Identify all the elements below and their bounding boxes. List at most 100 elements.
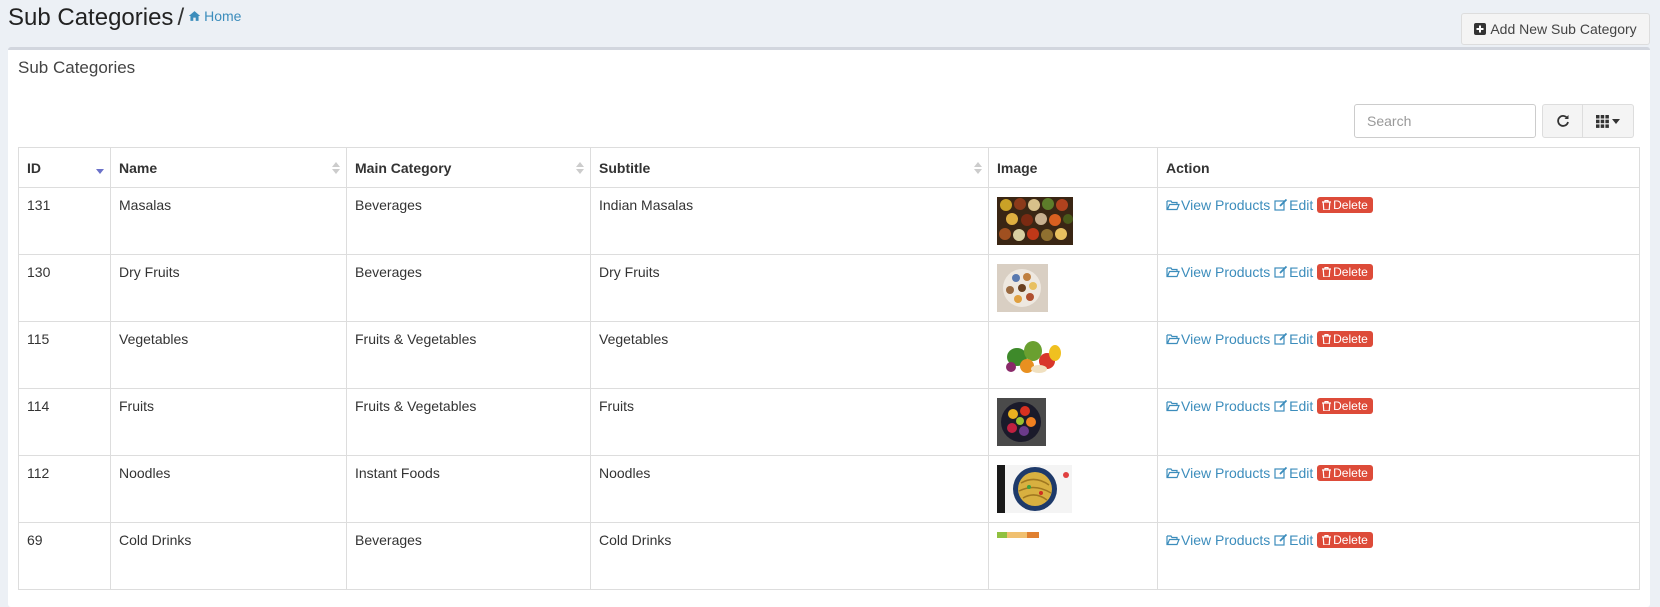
view-products-link[interactable]: View Products <box>1166 532 1270 548</box>
column-header-name[interactable]: Name <box>110 147 347 188</box>
view-products-label: View Products <box>1181 197 1271 213</box>
column-header-id[interactable]: ID <box>18 147 111 188</box>
cell-image <box>988 254 1158 322</box>
dry-fruits-thumbnail[interactable] <box>997 264 1048 312</box>
refresh-button[interactable] <box>1542 104 1583 138</box>
view-products-link[interactable]: View Products <box>1166 264 1270 280</box>
cell-subtitle: Fruits <box>590 388 989 456</box>
view-products-label: View Products <box>1181 331 1271 347</box>
delete-label: Delete <box>1333 399 1368 413</box>
view-products-label: View Products <box>1181 264 1271 280</box>
add-sub-category-label: Add New Sub Category <box>1490 21 1637 37</box>
edit-link[interactable]: Edit <box>1274 465 1313 481</box>
column-header-label: Subtitle <box>599 159 651 176</box>
folder-open-icon <box>1166 535 1180 546</box>
column-header-image: Image <box>988 147 1158 188</box>
edit-label: Edit <box>1289 398 1314 414</box>
view-products-link[interactable]: View Products <box>1166 465 1270 481</box>
breadcrumb-separator: / <box>177 4 185 31</box>
edit-link[interactable]: Edit <box>1274 264 1313 280</box>
columns-toggle-button[interactable] <box>1583 104 1634 138</box>
cell-subtitle: Dry Fruits <box>590 254 989 322</box>
cell-main-category: Beverages <box>346 187 591 255</box>
view-products-link[interactable]: View Products <box>1166 197 1270 213</box>
cell-actions: View Products Edit Delete <box>1157 321 1640 389</box>
cell-image <box>988 522 1158 590</box>
sort-desc-icon <box>96 169 104 174</box>
cell-actions: View Products Edit Delete <box>1157 254 1640 322</box>
column-header-label: Name <box>119 159 158 176</box>
cell-name: Dry Fruits <box>110 254 347 322</box>
edit-label: Edit <box>1289 465 1314 481</box>
column-header-label: Image <box>997 159 1038 176</box>
trash-icon <box>1322 267 1332 277</box>
cell-id: 131 <box>18 187 111 255</box>
edit-icon <box>1274 333 1288 345</box>
delete-button[interactable]: Delete <box>1317 465 1373 481</box>
cell-image <box>988 321 1158 389</box>
view-products-link[interactable]: View Products <box>1166 331 1270 347</box>
delete-label: Delete <box>1333 198 1368 212</box>
edit-icon <box>1274 266 1288 278</box>
trash-icon <box>1322 535 1332 545</box>
column-header-action: Action <box>1157 147 1640 188</box>
edit-link[interactable]: Edit <box>1274 532 1313 548</box>
edit-label: Edit <box>1289 197 1314 213</box>
delete-button[interactable]: Delete <box>1317 532 1373 548</box>
edit-link[interactable]: Edit <box>1274 197 1313 213</box>
home-icon <box>188 11 201 21</box>
sort-both-icon <box>974 162 982 174</box>
delete-button[interactable]: Delete <box>1317 264 1373 280</box>
search-input[interactable] <box>1354 104 1536 138</box>
sort-both-icon <box>576 162 584 174</box>
cell-image <box>988 187 1158 255</box>
table-row: 115 Vegetables Fruits & Vegetables Veget… <box>18 321 1640 389</box>
table-row: 69 Cold Drinks Beverages Cold Drinks Vie… <box>18 522 1640 590</box>
spices-thumbnail[interactable] <box>997 197 1073 245</box>
edit-label: Edit <box>1289 331 1314 347</box>
plus-square-icon <box>1474 23 1487 35</box>
view-products-link[interactable]: View Products <box>1166 398 1270 414</box>
sort-both-icon <box>332 162 340 174</box>
delete-button[interactable]: Delete <box>1317 197 1373 213</box>
vegetables-thumbnail[interactable] <box>997 331 1068 379</box>
edit-icon <box>1274 534 1288 546</box>
cell-main-category: Instant Foods <box>346 455 591 523</box>
fruits-thumbnail[interactable] <box>997 398 1046 446</box>
folder-open-icon <box>1166 267 1180 278</box>
page-header: Sub Categories / Home Add New Sub Category <box>0 0 1660 46</box>
delete-button[interactable]: Delete <box>1317 331 1373 347</box>
table-row: 114 Fruits Fruits & Vegetables Fruits Vi… <box>18 388 1640 456</box>
column-header-label: ID <box>27 159 41 176</box>
breadcrumb-home-link[interactable]: Home <box>188 8 241 24</box>
page-title-text: Sub Categories <box>8 4 174 31</box>
cell-id: 130 <box>18 254 111 322</box>
view-products-label: View Products <box>1181 532 1271 548</box>
edit-link[interactable]: Edit <box>1274 398 1313 414</box>
cell-main-category: Fruits & Vegetables <box>346 388 591 456</box>
cell-subtitle: Noodles <box>590 455 989 523</box>
folder-open-icon <box>1166 401 1180 412</box>
cell-id: 114 <box>18 388 111 456</box>
cell-name: Fruits <box>110 388 347 456</box>
edit-link[interactable]: Edit <box>1274 331 1313 347</box>
noodles-thumbnail[interactable] <box>997 465 1072 513</box>
table-row: 131 Masalas Beverages Indian Masalas Vie… <box>18 187 1640 255</box>
edit-icon <box>1274 199 1288 211</box>
cell-id: 69 <box>18 522 111 590</box>
edit-icon <box>1274 400 1288 412</box>
column-header-main-category[interactable]: Main Category <box>346 147 591 188</box>
edit-icon <box>1274 467 1288 479</box>
sub-categories-table: ID Name Main Category Subtitle Image Act… <box>18 147 1640 590</box>
cell-name: Vegetables <box>110 321 347 389</box>
cell-name: Noodles <box>110 455 347 523</box>
column-header-subtitle[interactable]: Subtitle <box>590 147 989 188</box>
table-header-row: ID Name Main Category Subtitle Image Act… <box>18 147 1640 188</box>
delete-label: Delete <box>1333 533 1368 547</box>
box-title: Sub Categories <box>18 58 136 77</box>
cell-actions: View Products Edit Delete <box>1157 522 1640 590</box>
cell-actions: View Products Edit Delete <box>1157 187 1640 255</box>
delete-button[interactable]: Delete <box>1317 398 1373 414</box>
add-sub-category-button[interactable]: Add New Sub Category <box>1461 13 1650 45</box>
cold-drinks-thumbnail[interactable] <box>997 532 1039 580</box>
